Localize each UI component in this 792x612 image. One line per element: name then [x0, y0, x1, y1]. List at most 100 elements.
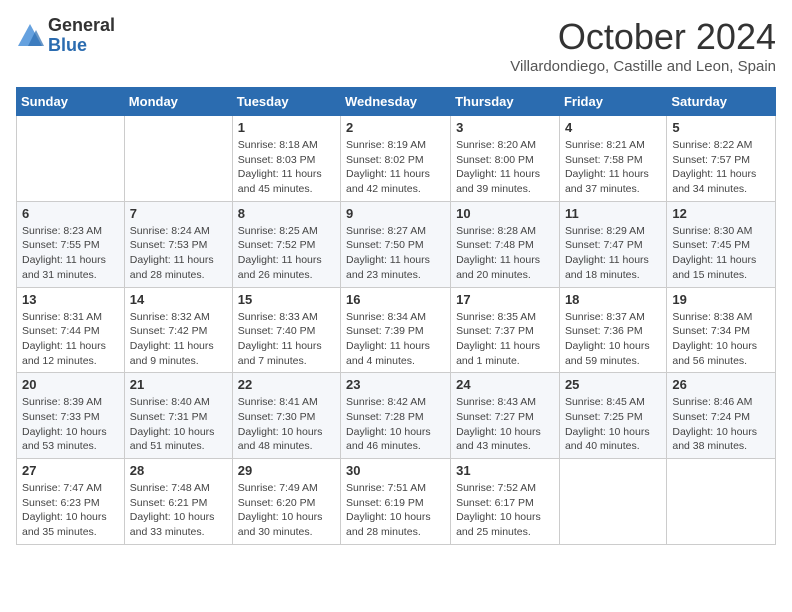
calendar-cell: 28 Sunrise: 7:48 AM Sunset: 6:21 PM Dayli… [124, 459, 232, 545]
col-header-thursday: Thursday [451, 88, 560, 116]
cell-info: Sunrise: 8:34 AM Sunset: 7:39 PM Dayligh… [346, 310, 445, 369]
calendar-cell: 26 Sunrise: 8:46 AM Sunset: 7:24 PM Dayli… [667, 373, 776, 459]
calendar-cell: 30 Sunrise: 7:51 AM Sunset: 6:19 PM Dayli… [341, 459, 451, 545]
cell-info: Sunrise: 7:52 AM Sunset: 6:17 PM Dayligh… [456, 481, 554, 540]
day-number: 25 [565, 377, 661, 392]
cell-info: Sunrise: 7:51 AM Sunset: 6:19 PM Dayligh… [346, 481, 445, 540]
calendar-cell: 7 Sunrise: 8:24 AM Sunset: 7:53 PM Daylig… [124, 201, 232, 287]
day-number: 17 [456, 292, 554, 307]
day-number: 21 [130, 377, 227, 392]
day-number: 18 [565, 292, 661, 307]
calendar-cell: 19Sunrise: 8:38 AM Sunset: 7:34 PM Dayli… [667, 287, 776, 373]
calendar-cell: 25 Sunrise: 8:45 AM Sunset: 7:25 PM Dayli… [559, 373, 666, 459]
day-number: 24 [456, 377, 554, 392]
calendar-cell: 15Sunrise: 8:33 AM Sunset: 7:40 PM Dayli… [232, 287, 340, 373]
calendar-week-row: 1 Sunrise: 8:18 AM Sunset: 8:03 PM Daylig… [17, 116, 776, 202]
day-number: 5 [672, 120, 770, 135]
calendar-week-row: 13Sunrise: 8:31 AM Sunset: 7:44 PM Dayli… [17, 287, 776, 373]
day-number: 13 [22, 292, 119, 307]
calendar-cell: 4 Sunrise: 8:21 AM Sunset: 7:58 PM Daylig… [559, 116, 666, 202]
calendar-cell: 12 Sunrise: 8:30 AM Sunset: 7:45 PM Dayli… [667, 201, 776, 287]
day-number: 10 [456, 206, 554, 221]
calendar-cell: 11 Sunrise: 8:29 AM Sunset: 7:47 PM Dayli… [559, 201, 666, 287]
calendar-cell: 27Sunrise: 7:47 AM Sunset: 6:23 PM Dayli… [17, 459, 125, 545]
calendar-cell [559, 459, 666, 545]
col-header-tuesday: Tuesday [232, 88, 340, 116]
calendar-cell: 20 Sunrise: 8:39 AM Sunset: 7:33 PM Dayli… [17, 373, 125, 459]
calendar-week-row: 27Sunrise: 7:47 AM Sunset: 6:23 PM Dayli… [17, 459, 776, 545]
day-number: 31 [456, 463, 554, 478]
cell-info: Sunrise: 8:22 AM Sunset: 7:57 PM Dayligh… [672, 138, 770, 197]
day-number: 23 [346, 377, 445, 392]
day-number: 7 [130, 206, 227, 221]
calendar-cell: 21 Sunrise: 8:40 AM Sunset: 7:31 PM Dayli… [124, 373, 232, 459]
day-number: 30 [346, 463, 445, 478]
calendar-cell [124, 116, 232, 202]
calendar-cell: 29 Sunrise: 7:49 AM Sunset: 6:20 PM Dayli… [232, 459, 340, 545]
col-header-friday: Friday [559, 88, 666, 116]
day-number: 1 [238, 120, 335, 135]
location-subtitle: Villardondiego, Castille and Leon, Spain [510, 58, 776, 75]
day-number: 28 [130, 463, 227, 478]
cell-info: Sunrise: 8:43 AM Sunset: 7:27 PM Dayligh… [456, 395, 554, 454]
cell-info: Sunrise: 8:42 AM Sunset: 7:28 PM Dayligh… [346, 395, 445, 454]
cell-info: Sunrise: 8:33 AM Sunset: 7:40 PM Dayligh… [238, 310, 335, 369]
calendar-cell: 1 Sunrise: 8:18 AM Sunset: 8:03 PM Daylig… [232, 116, 340, 202]
col-header-saturday: Saturday [667, 88, 776, 116]
day-number: 12 [672, 206, 770, 221]
day-number: 3 [456, 120, 554, 135]
calendar-cell: 18 Sunrise: 8:37 AM Sunset: 7:36 PM Dayli… [559, 287, 666, 373]
cell-info: Sunrise: 8:39 AM Sunset: 7:33 PM Dayligh… [22, 395, 119, 454]
page-header: General Blue October 2024 Villardondiego… [16, 16, 776, 75]
day-number: 4 [565, 120, 661, 135]
day-number: 29 [238, 463, 335, 478]
cell-info: Sunrise: 8:21 AM Sunset: 7:58 PM Dayligh… [565, 138, 661, 197]
calendar-cell: 16 Sunrise: 8:34 AM Sunset: 7:39 PM Dayli… [341, 287, 451, 373]
calendar-cell: 13Sunrise: 8:31 AM Sunset: 7:44 PM Dayli… [17, 287, 125, 373]
cell-info: Sunrise: 8:46 AM Sunset: 7:24 PM Dayligh… [672, 395, 770, 454]
logo-icon [16, 22, 44, 50]
cell-info: Sunrise: 7:48 AM Sunset: 6:21 PM Dayligh… [130, 481, 227, 540]
day-number: 22 [238, 377, 335, 392]
cell-info: Sunrise: 8:25 AM Sunset: 7:52 PM Dayligh… [238, 224, 335, 283]
logo-blue-text: Blue [48, 35, 87, 55]
col-header-wednesday: Wednesday [341, 88, 451, 116]
day-number: 20 [22, 377, 119, 392]
cell-info: Sunrise: 8:27 AM Sunset: 7:50 PM Dayligh… [346, 224, 445, 283]
col-header-sunday: Sunday [17, 88, 125, 116]
logo: General Blue [16, 16, 115, 56]
calendar-header-row: SundayMondayTuesdayWednesdayThursdayFrid… [17, 88, 776, 116]
calendar-table: SundayMondayTuesdayWednesdayThursdayFrid… [16, 87, 776, 545]
cell-info: Sunrise: 8:18 AM Sunset: 8:03 PM Dayligh… [238, 138, 335, 197]
cell-info: Sunrise: 8:30 AM Sunset: 7:45 PM Dayligh… [672, 224, 770, 283]
calendar-cell: 5 Sunrise: 8:22 AM Sunset: 7:57 PM Daylig… [667, 116, 776, 202]
day-number: 16 [346, 292, 445, 307]
calendar-cell: 22 Sunrise: 8:41 AM Sunset: 7:30 PM Dayli… [232, 373, 340, 459]
cell-info: Sunrise: 8:32 AM Sunset: 7:42 PM Dayligh… [130, 310, 227, 369]
title-block: October 2024 Villardondiego, Castille an… [510, 16, 776, 75]
cell-info: Sunrise: 8:29 AM Sunset: 7:47 PM Dayligh… [565, 224, 661, 283]
calendar-week-row: 6Sunrise: 8:23 AM Sunset: 7:55 PM Daylig… [17, 201, 776, 287]
calendar-cell: 31 Sunrise: 7:52 AM Sunset: 6:17 PM Dayli… [451, 459, 560, 545]
day-number: 8 [238, 206, 335, 221]
cell-info: Sunrise: 7:49 AM Sunset: 6:20 PM Dayligh… [238, 481, 335, 540]
cell-info: Sunrise: 8:45 AM Sunset: 7:25 PM Dayligh… [565, 395, 661, 454]
calendar-cell [17, 116, 125, 202]
day-number: 9 [346, 206, 445, 221]
calendar-week-row: 20 Sunrise: 8:39 AM Sunset: 7:33 PM Dayli… [17, 373, 776, 459]
calendar-cell: 3Sunrise: 8:20 AM Sunset: 8:00 PM Daylig… [451, 116, 560, 202]
calendar-cell: 2Sunrise: 8:19 AM Sunset: 8:02 PM Daylig… [341, 116, 451, 202]
calendar-cell: 17Sunrise: 8:35 AM Sunset: 7:37 PM Dayli… [451, 287, 560, 373]
calendar-cell: 24 Sunrise: 8:43 AM Sunset: 7:27 PM Dayli… [451, 373, 560, 459]
cell-info: Sunrise: 8:24 AM Sunset: 7:53 PM Dayligh… [130, 224, 227, 283]
cell-info: Sunrise: 8:41 AM Sunset: 7:30 PM Dayligh… [238, 395, 335, 454]
month-title: October 2024 [510, 16, 776, 58]
logo-general-text: General [48, 15, 115, 35]
day-number: 26 [672, 377, 770, 392]
cell-info: Sunrise: 8:19 AM Sunset: 8:02 PM Dayligh… [346, 138, 445, 197]
col-header-monday: Monday [124, 88, 232, 116]
day-number: 6 [22, 206, 119, 221]
cell-info: Sunrise: 8:40 AM Sunset: 7:31 PM Dayligh… [130, 395, 227, 454]
day-number: 11 [565, 206, 661, 221]
cell-info: Sunrise: 8:37 AM Sunset: 7:36 PM Dayligh… [565, 310, 661, 369]
